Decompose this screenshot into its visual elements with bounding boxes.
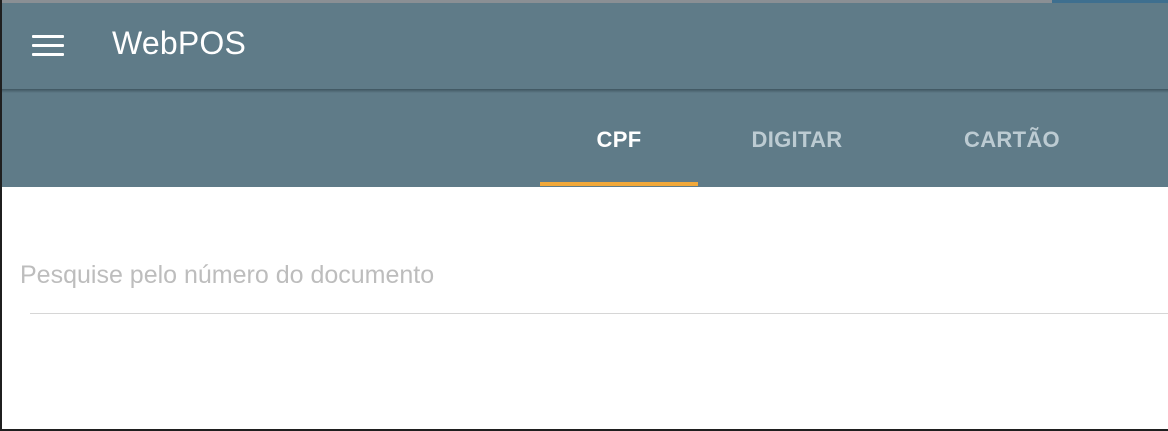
app-window: WebPOS CPF DIGITAR CARTÃO	[0, 0, 1168, 431]
tab-cpf[interactable]: CPF	[540, 93, 698, 187]
app-bar: WebPOS	[2, 3, 1168, 90]
tab-cartao[interactable]: CARTÃO	[932, 93, 1092, 187]
search-input-underline	[30, 313, 1168, 314]
menu-line	[32, 34, 64, 38]
app-title: WebPOS	[112, 25, 246, 61]
hamburger-menu-icon[interactable]	[32, 28, 76, 62]
tab-digitar[interactable]: DIGITAR	[712, 93, 882, 187]
menu-line	[32, 52, 64, 56]
document-search-input[interactable]	[20, 250, 1168, 300]
active-tab-indicator	[540, 182, 698, 186]
menu-line	[32, 43, 64, 47]
tab-bar: CPF DIGITAR CARTÃO	[2, 93, 1168, 187]
